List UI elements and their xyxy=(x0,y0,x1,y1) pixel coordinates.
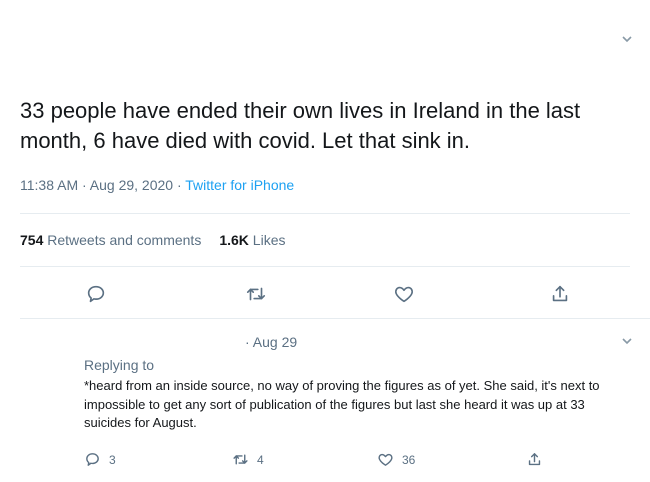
likes-count: 1.6K xyxy=(219,232,249,248)
divider xyxy=(20,266,630,267)
reply-reply-button[interactable]: 3 xyxy=(84,451,116,468)
chevron-down-icon xyxy=(622,338,632,345)
retweet-button[interactable] xyxy=(243,281,269,307)
reply-text: *heard from an inside source, no way of … xyxy=(84,378,600,430)
share-button[interactable] xyxy=(547,281,573,307)
likes-stat[interactable]: 1.6K Likes xyxy=(219,232,285,248)
reply-share-button[interactable] xyxy=(526,451,543,468)
heart-icon xyxy=(395,286,413,303)
heart-icon xyxy=(378,453,393,466)
comment-icon xyxy=(87,285,105,303)
reply-likes-count: 36 xyxy=(402,452,416,467)
reply-date[interactable]: · Aug 29 xyxy=(245,334,297,350)
more-options-button[interactable] xyxy=(620,32,634,51)
like-button[interactable] xyxy=(391,281,417,307)
reply-replies-count: 3 xyxy=(109,452,116,467)
comment-icon xyxy=(86,453,99,466)
share-icon xyxy=(528,453,541,466)
tweet-text: 33 people have ended their own lives in … xyxy=(20,98,581,153)
tweet-meta: 11:38 AM · Aug 29, 2020 · Twitter for iP… xyxy=(20,177,294,193)
tweet-timestamp[interactable]: 11:38 AM · Aug 29, 2020 · xyxy=(20,177,185,193)
tweet-stats: 754 Retweets and comments 1.6K Likes xyxy=(20,232,285,248)
divider xyxy=(20,213,630,214)
reply-retweets-count: 4 xyxy=(257,452,264,467)
share-icon xyxy=(552,285,568,302)
reply-button[interactable] xyxy=(83,281,109,307)
chevron-down-icon xyxy=(622,36,632,43)
divider xyxy=(20,318,650,319)
retweet-icon xyxy=(233,454,248,465)
reply-more-options-button[interactable] xyxy=(620,334,634,353)
retweets-stat[interactable]: 754 Retweets and comments xyxy=(20,232,201,248)
reply-retweet-button[interactable]: 4 xyxy=(232,451,264,468)
replying-to: Replying to xyxy=(84,357,155,373)
retweets-label: Retweets and comments xyxy=(47,232,202,248)
likes-label: Likes xyxy=(252,232,286,248)
retweet-icon xyxy=(246,287,266,301)
avatar[interactable] xyxy=(20,330,68,378)
tweet-source[interactable]: Twitter for iPhone xyxy=(185,177,294,193)
retweets-count: 754 xyxy=(20,232,44,248)
reply-like-button[interactable]: 36 xyxy=(377,451,415,468)
